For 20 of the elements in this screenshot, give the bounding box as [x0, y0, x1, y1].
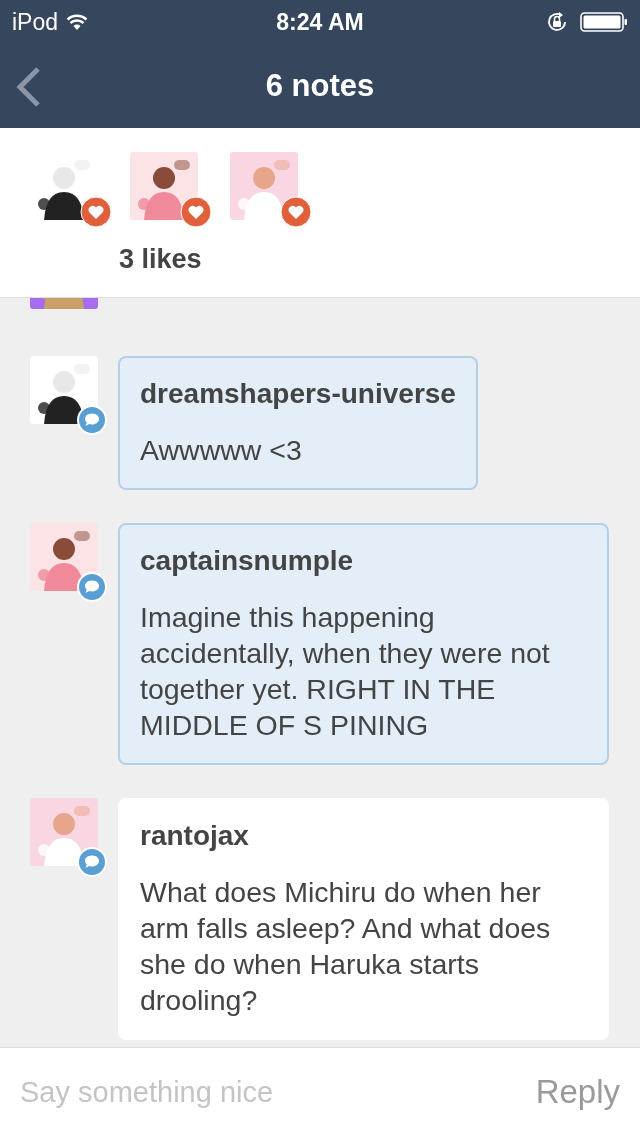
- comment-username[interactable]: captainsnumple: [140, 545, 587, 577]
- battery-icon: [580, 11, 628, 33]
- comment-text: What does Michiru do when her arm falls asleep? And what does she do when Haruka starts drooling?: [140, 875, 552, 1018]
- heart-badge-icon: [80, 196, 112, 228]
- carrier-label: iPod: [12, 8, 59, 36]
- wifi-icon: [66, 13, 89, 31]
- heart-badge-icon: [280, 196, 312, 228]
- likes-count: 3 likes: [119, 244, 203, 275]
- comment-badge-icon: [76, 571, 108, 603]
- comment-text: Awwwww <3: [140, 433, 303, 468]
- clock-time: 8:24 AM: [276, 8, 364, 36]
- comment-badge-icon: [76, 846, 108, 878]
- comment-text: Imagine this happening accidentally, when they were not together yet. RIGHT IN THE MIDDLE OF S PINING: [140, 600, 551, 743]
- back-chevron-icon: [14, 66, 42, 108]
- comment-badge-icon: [76, 404, 108, 436]
- screen-title: 6 notes: [265, 68, 375, 104]
- comment-username[interactable]: rantojax: [140, 820, 587, 852]
- comment-username[interactable]: dreamshapers-universe: [140, 378, 456, 410]
- rotation-lock-icon: [546, 11, 568, 33]
- heart-badge-icon: [180, 196, 212, 228]
